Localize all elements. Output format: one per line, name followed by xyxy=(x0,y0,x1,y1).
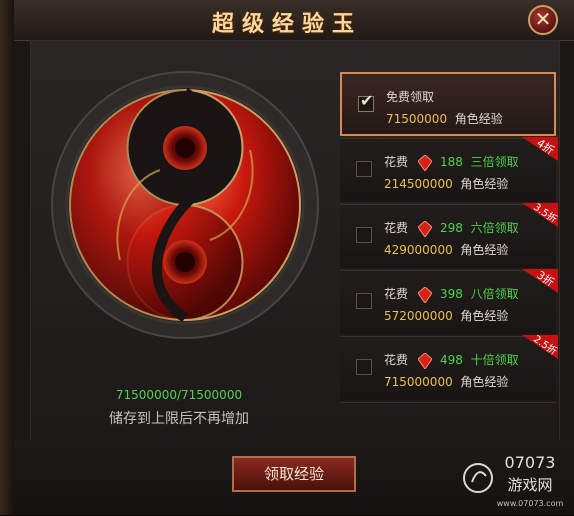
claim-exp-button[interactable]: 领取经验 xyxy=(232,456,356,492)
option-cost-line: 花费 298 六倍领取 xyxy=(384,219,519,237)
multiplier-label: 六倍领取 xyxy=(470,221,519,235)
close-icon: ✕ xyxy=(534,7,552,31)
multiplier-label: 八倍领取 xyxy=(470,287,519,301)
option-exp-line: 715000000 角色经验 xyxy=(384,373,508,390)
option-exp-line: 214500000 角色经验 xyxy=(384,175,508,192)
window-title: 超级经验玉 xyxy=(211,12,362,37)
option-cost-line: 花费 398 八倍领取 xyxy=(384,285,519,303)
option-eightfold[interactable]: 花费 398 八倍领取 572000000 角色经验 3折 xyxy=(340,269,558,334)
exp-amount: 429000000 xyxy=(384,243,453,257)
watermark-top: 07073 xyxy=(505,453,556,472)
background-strip xyxy=(0,0,14,515)
checkbox-triple[interactable] xyxy=(356,161,372,177)
exp-jade-disc xyxy=(50,70,320,340)
option-sixfold[interactable]: 花费 298 六倍领取 429000000 角色经验 3.5折 xyxy=(340,203,558,268)
discount-badge: 3折 xyxy=(522,269,558,293)
cost-label: 花费 xyxy=(384,155,409,169)
option-free[interactable]: ✔ 免费领取 71500000 角色经验 xyxy=(340,72,556,136)
option-cost-line: 花费 188 三倍领取 xyxy=(384,153,519,171)
exp-amount: 71500000 xyxy=(386,112,448,126)
ruby-icon xyxy=(418,220,433,237)
claim-options-list: ✔ 免费领取 71500000 角色经验 花费 188 三倍领取 21450000… xyxy=(340,72,558,402)
cost-label: 花费 xyxy=(384,287,409,301)
option-triple[interactable]: 花费 188 三倍领取 214500000 角色经验 4折 xyxy=(340,137,558,202)
cost-value: 398 xyxy=(440,287,463,301)
cost-label: 花费 xyxy=(384,221,409,235)
dialog-window: 超级经验玉 ✕ 71500000/71500000 储存到上限后不再增加 ✔ 免… xyxy=(0,0,574,515)
exp-suffix: 角色经验 xyxy=(460,309,509,323)
option-tenfold[interactable]: 花费 498 十倍领取 715000000 角色经验 2.5折 xyxy=(340,335,558,400)
list-divider xyxy=(340,402,556,411)
checkbox-tenfold[interactable] xyxy=(356,359,372,375)
option-exp-line: 572000000 角色经验 xyxy=(384,307,508,324)
watermark-bottom: 游戏网 xyxy=(507,476,552,494)
exp-suffix: 角色经验 xyxy=(460,375,509,389)
checkbox-free[interactable]: ✔ xyxy=(358,91,374,112)
multiplier-label: 三倍领取 xyxy=(470,155,519,169)
multiplier-label: 十倍领取 xyxy=(470,353,519,367)
exp-amount: 715000000 xyxy=(384,375,453,389)
ruby-icon xyxy=(418,286,433,303)
discount-badge: 2.5折 xyxy=(522,335,558,359)
watermark-url: www.07073.com xyxy=(497,499,564,508)
option-cost-line: 花费 498 十倍领取 xyxy=(384,351,519,369)
cost-value: 188 xyxy=(440,155,463,169)
option-exp-line: 429000000 角色经验 xyxy=(384,241,508,258)
checkbox-sixfold[interactable] xyxy=(356,227,372,243)
discount-badge: 4折 xyxy=(522,137,558,161)
yin-yang-jade-icon xyxy=(51,71,319,339)
ruby-icon xyxy=(418,154,433,171)
cost-value: 498 xyxy=(440,353,463,367)
cost-value: 298 xyxy=(440,221,463,235)
exp-amount: 572000000 xyxy=(384,309,453,323)
site-watermark: 07073 游戏网 www.07073.com xyxy=(460,446,572,512)
exp-progress-text: 71500000/71500000 xyxy=(115,388,243,402)
cost-label: 花费 xyxy=(384,353,409,367)
option-free-label: 免费领取 xyxy=(386,90,435,104)
checkbox-eightfold[interactable] xyxy=(356,293,372,309)
exp-suffix: 角色经验 xyxy=(460,177,509,191)
option-free-exp: 71500000 角色经验 xyxy=(386,110,503,127)
exp-suffix: 角色经验 xyxy=(460,243,509,257)
checkmark-icon: ✔ xyxy=(360,91,374,110)
exp-amount: 214500000 xyxy=(384,177,453,191)
close-button[interactable]: ✕ xyxy=(528,5,558,35)
ruby-icon xyxy=(418,352,433,369)
discount-badge: 3.5折 xyxy=(522,203,558,227)
exp-suffix: 角色经验 xyxy=(454,112,503,126)
watermark-logo: 07073 游戏网 www.07073.com xyxy=(463,453,564,508)
storage-limit-note: 储存到上限后不再增加 xyxy=(109,411,249,427)
